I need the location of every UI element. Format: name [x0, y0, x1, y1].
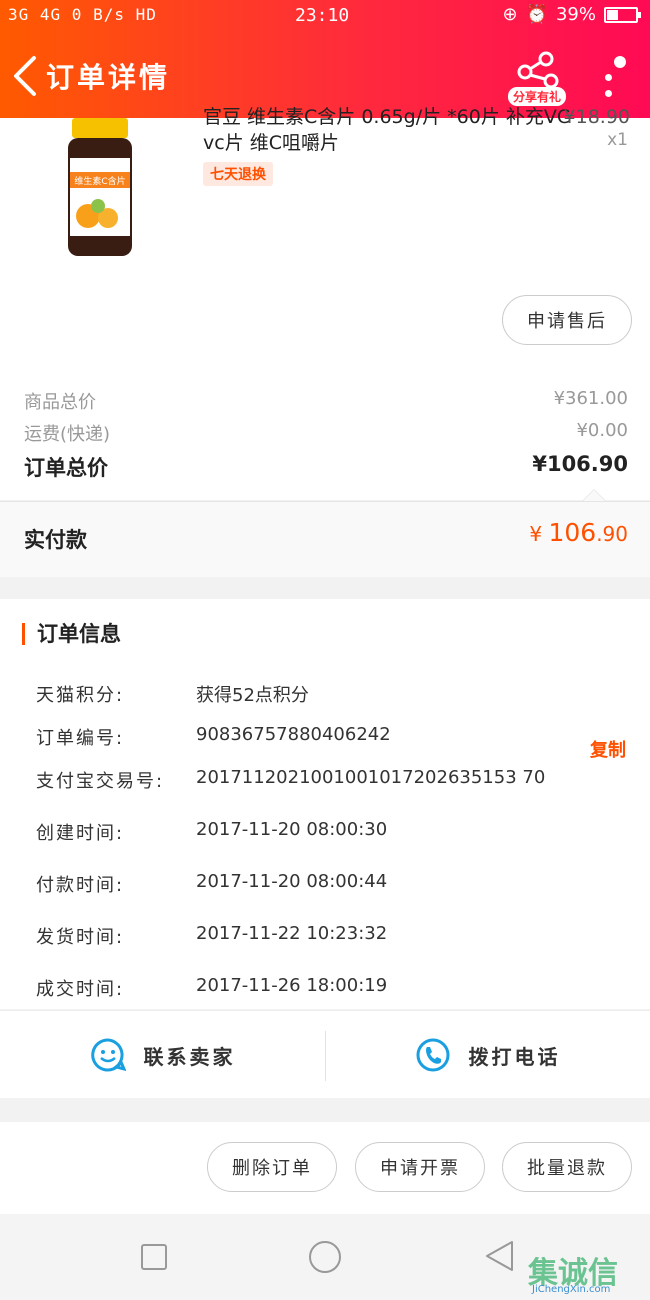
paid-integer: 106 [548, 518, 597, 547]
copy-order-number-button[interactable]: 复制 [590, 736, 626, 762]
back-triangle-icon[interactable] [484, 1240, 516, 1272]
shipping-label: 运费(快递) [24, 424, 111, 445]
goods-total-row: 商品总价 ¥361.00 [24, 388, 628, 414]
return-policy-badge: 七天退换 [203, 162, 273, 186]
product-image: 维生素C含片 [68, 118, 132, 256]
contact-seller-label: 联系卖家 [143, 1044, 236, 1069]
order-total-label: 订单总价 [24, 456, 108, 480]
order-info-section: 订单信息 天猫积分: 获得52点积分 订单编号: 908367578804062… [0, 599, 650, 1009]
header: 3G 4G 0 B/s HD 23:10 ⊕ ⏰ 39% 订单详情 分享有礼 [0, 0, 650, 118]
battery-icon [604, 6, 641, 23]
paid-currency: ¥ [529, 522, 543, 546]
price-summary: 商品总价 ¥361.00 运费(快递) ¥0.00 订单总价 ¥106.90 [0, 378, 650, 500]
paid-amount-row: 实付款 ¥ 106.90 [0, 501, 650, 577]
contact-bar: 联系卖家 拨打电话 [0, 1010, 650, 1098]
goods-total-value: ¥361.00 [553, 388, 628, 409]
phone-icon [416, 1038, 449, 1072]
chat-icon [90, 1038, 126, 1072]
share-icon [517, 51, 559, 89]
order-actions: 删除订单 申请开票 批量退款 [0, 1122, 650, 1214]
info-key: 成交时间: [36, 979, 125, 1000]
watermark-logo: 集诚信 JiChengXin.com [528, 1248, 646, 1298]
rotation-lock-icon: ⊕ [502, 4, 518, 25]
product-title[interactable]: 官豆 维生素C含片 0.65g/片 *60片 补充VC vc片 维C咀嚼片 [203, 104, 583, 156]
bottle-label: 维生素C含片 [74, 175, 125, 187]
info-key: 创建时间: [36, 823, 125, 844]
info-value: 获得52点积分 [196, 685, 309, 706]
goods-total-label: 商品总价 [24, 392, 96, 413]
share-button[interactable]: 分享有礼 [508, 50, 566, 106]
info-key: 天猫积分: [36, 685, 125, 706]
shipping-row: 运费(快递) ¥0.00 [24, 420, 628, 446]
home-icon[interactable] [308, 1240, 342, 1274]
chevron-left-icon [14, 56, 36, 96]
back-button[interactable] [10, 54, 40, 98]
info-key: 订单编号: [36, 728, 125, 749]
after-sale-button[interactable]: 申请售后 [502, 295, 632, 345]
clock: 23:10 [295, 5, 350, 26]
batch-refund-button[interactable]: 批量退款 [502, 1142, 632, 1192]
call-phone-label: 拨打电话 [468, 1044, 561, 1069]
info-value: 2017-11-20 08:00:44 [196, 871, 388, 892]
info-key: 发货时间: [36, 927, 125, 948]
network-indicator: 3G 4G 0 B/s HD [8, 5, 157, 24]
product-card[interactable]: 维生素C含片 官豆 维生素C含片 0.65g/片 *60片 补充VC vc片 维… [0, 106, 650, 378]
info-key: 支付宝交易号: [36, 771, 165, 792]
paid-decimal: .90 [596, 522, 628, 546]
product-price: ¥18.90 [563, 106, 630, 128]
order-info-title: 订单信息 [22, 623, 121, 645]
more-menu-button[interactable] [596, 46, 632, 102]
info-value: 2017-11-20 08:00:30 [196, 819, 388, 840]
product-quantity: x1 [607, 130, 628, 150]
watermark-site: JiChengXin.com [532, 1284, 611, 1295]
info-value: 2017-11-22 10:23:32 [196, 923, 388, 944]
order-total-row: 订单总价 ¥106.90 [24, 452, 628, 482]
order-total-value: ¥106.90 [532, 452, 628, 476]
info-value: 2017112021001001017202635153 70 [196, 767, 546, 788]
page-title: 订单详情 [46, 61, 171, 94]
battery-percent: 39% [555, 4, 596, 25]
delete-order-button[interactable]: 删除订单 [207, 1142, 337, 1192]
alarm-icon: ⏰ [525, 4, 548, 25]
status-icons: ⊕ ⏰ 39% [502, 4, 641, 25]
status-bar: 3G 4G 0 B/s HD 23:10 ⊕ ⏰ 39% [0, 0, 650, 34]
contact-seller-button[interactable]: 联系卖家 [0, 1011, 325, 1099]
recents-icon[interactable] [140, 1243, 168, 1271]
navbar: 订单详情 分享有礼 [0, 40, 650, 112]
info-value: 90836757880406242 [196, 724, 391, 745]
apply-invoice-button[interactable]: 申请开票 [355, 1142, 485, 1192]
call-phone-button[interactable]: 拨打电话 [325, 1011, 650, 1099]
info-key: 付款时间: [36, 875, 125, 896]
paid-value: ¥ 106.90 [529, 518, 628, 547]
battery-fill [607, 9, 618, 20]
shipping-value: ¥0.00 [576, 420, 628, 441]
info-value: 2017-11-26 18:00:19 [196, 975, 388, 996]
caret-pointer [582, 489, 606, 501]
paid-label: 实付款 [24, 528, 87, 552]
